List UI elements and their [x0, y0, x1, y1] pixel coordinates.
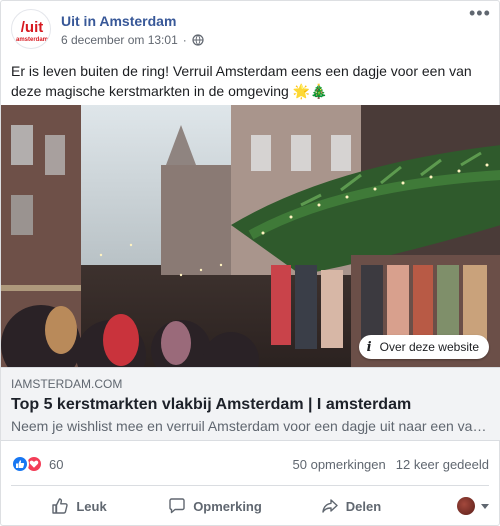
about-website-label: Over deze website [379, 340, 479, 354]
comment-button[interactable]: Opmerking [147, 490, 283, 522]
post-header: /uit amsterdam Uit in Amsterdam 6 decemb… [11, 4, 490, 53]
christmas-market-photo [1, 105, 500, 367]
more-options-icon[interactable]: ••• [469, 4, 490, 27]
post-body-text: Er is leven buiten de ring! Verruil Amst… [11, 63, 472, 99]
meta-separator: · [182, 33, 187, 47]
like-label: Leuk [76, 498, 107, 514]
post-meta: 6 december om 13:01 · [61, 33, 204, 47]
svg-text:/uit: /uit [21, 19, 44, 36]
like-reaction-icon [11, 455, 29, 473]
comment-bubble-icon [169, 498, 185, 514]
page-avatar[interactable]: /uit amsterdam [11, 9, 51, 49]
reaction-identity-selector[interactable] [419, 490, 489, 522]
link-description: Neem je wishlist mee en verruil Amsterda… [11, 418, 491, 434]
reaction-count: 60 [49, 456, 64, 472]
share-count[interactable]: 12 keer gedeeld [396, 457, 489, 472]
share-arrow-icon [322, 499, 338, 513]
post-actions-bar: Leuk Opmerking Delen [11, 487, 489, 525]
share-label: Delen [345, 498, 382, 514]
link-preview-box[interactable]: IAMSTERDAM.COM Top 5 kerstmarkten vlakbi… [1, 367, 500, 441]
link-domain: IAMSTERDAM.COM [11, 377, 123, 391]
link-title[interactable]: Top 5 kerstmarkten vlakbij Amsterdam | I… [11, 394, 491, 416]
engagement-counts: 50 opmerkingen 12 keer gedeeld [293, 457, 489, 472]
svg-text:amsterdam: amsterdam [16, 37, 48, 43]
thumbs-up-icon [52, 498, 68, 514]
post-card: /uit amsterdam Uit in Amsterdam 6 decemb… [0, 0, 500, 526]
post-timestamp[interactable]: 6 december om 13:01 [61, 33, 178, 47]
globe-icon[interactable] [192, 34, 204, 46]
share-button[interactable]: Delen [283, 490, 419, 522]
comment-label: Opmerking [193, 498, 262, 514]
user-avatar [457, 497, 475, 515]
uit-logo: /uit amsterdam [16, 19, 48, 43]
like-button[interactable]: Leuk [11, 490, 147, 522]
actions-divider [11, 485, 489, 486]
reactions-summary[interactable]: 60 [11, 455, 63, 473]
link-preview-image[interactable]: i Over deze website [1, 105, 500, 367]
about-website-button[interactable]: i Over deze website [358, 335, 489, 359]
post-stats: 60 50 opmerkingen 12 keer gedeeld [11, 451, 489, 477]
page-name-link[interactable]: Uit in Amsterdam [61, 13, 176, 29]
comment-count[interactable]: 50 opmerkingen [293, 457, 386, 472]
chevron-down-icon [481, 503, 489, 509]
info-icon: i [366, 339, 372, 355]
